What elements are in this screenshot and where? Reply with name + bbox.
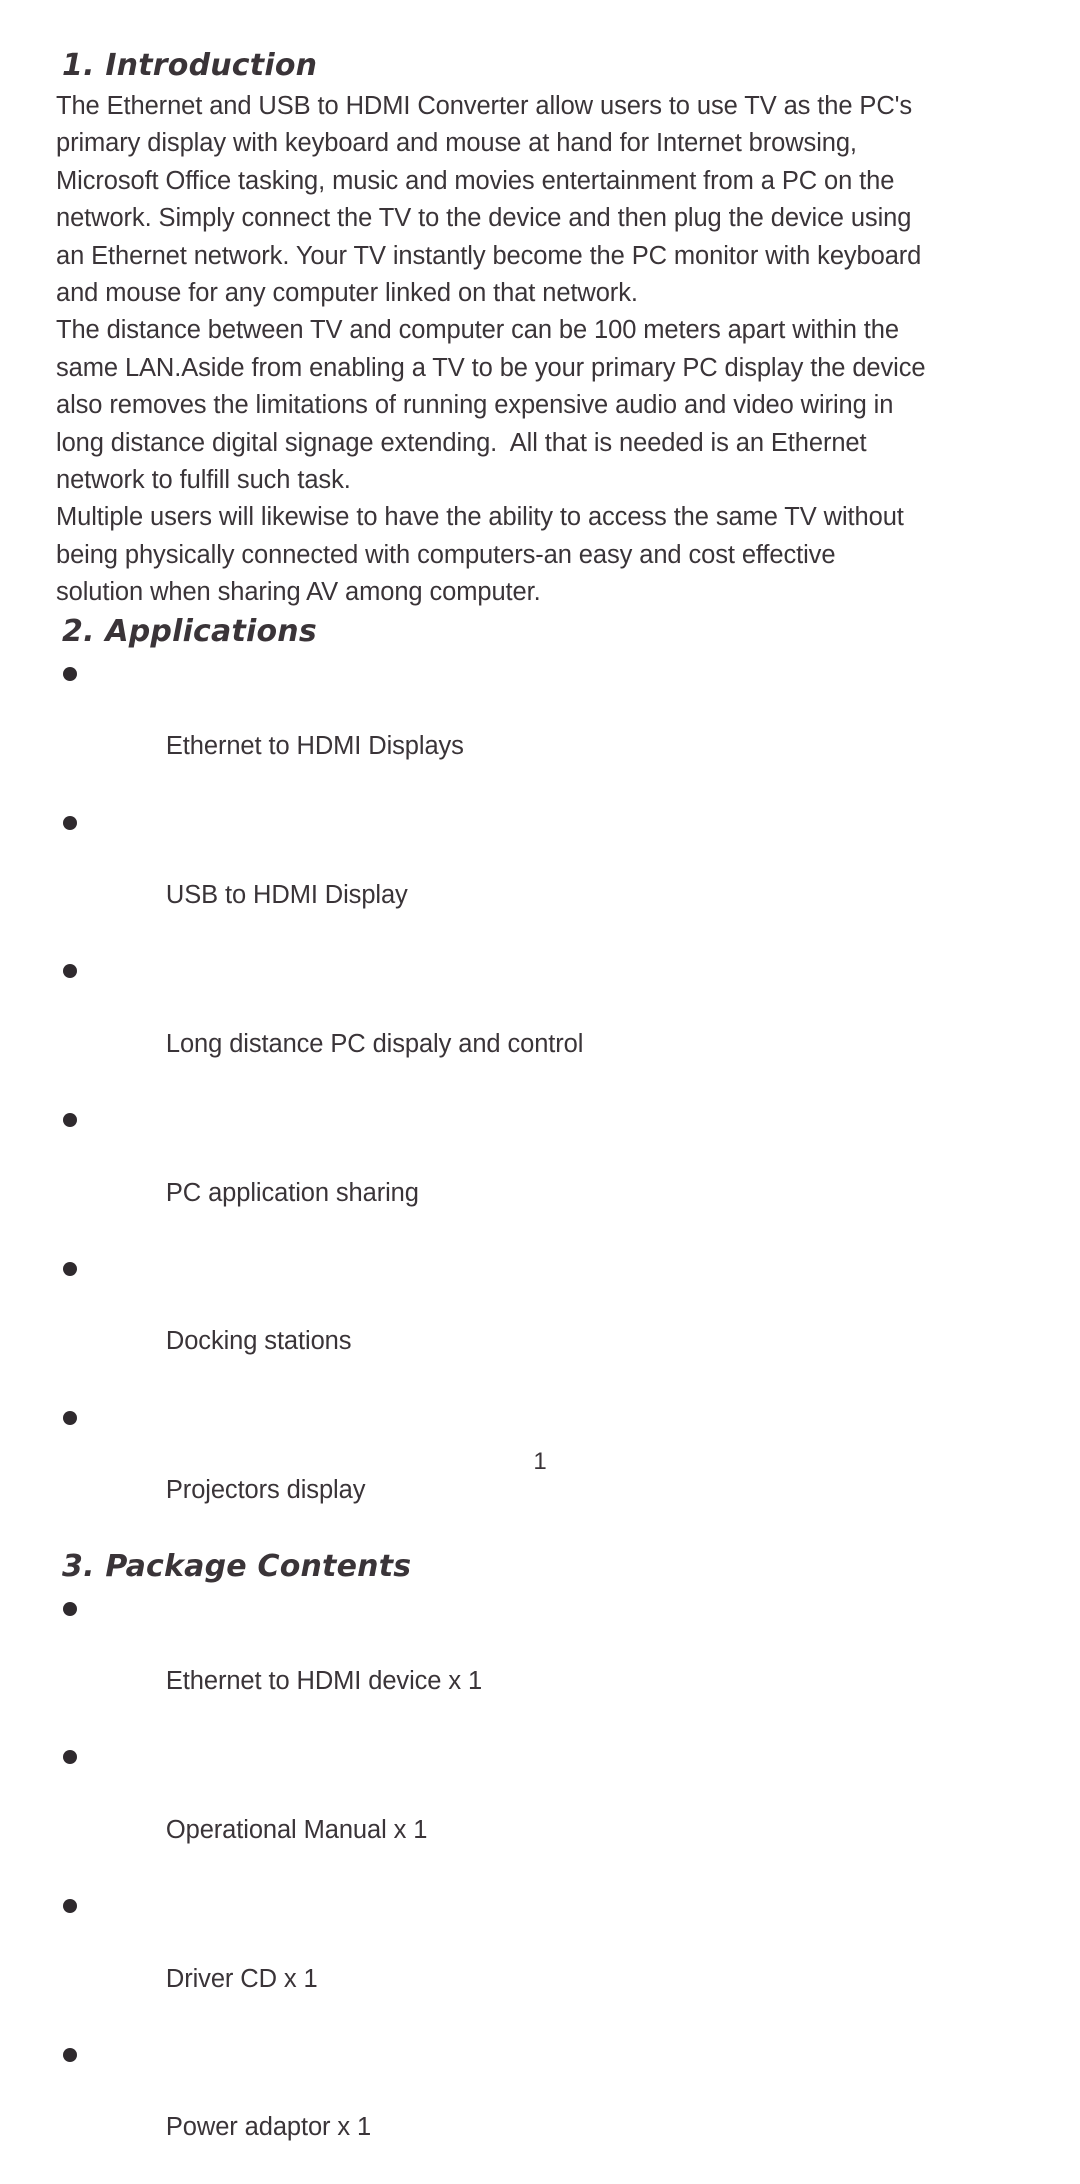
list-item-label: PC application sharing <box>165 1178 419 1207</box>
list-item: Long distance PC dispaly and control <box>56 951 1032 1100</box>
bullet-icon <box>63 1410 77 1425</box>
bullet-icon <box>63 1113 77 1128</box>
list-item: PC application sharing <box>56 1100 1032 1249</box>
body-line: primary display with keyboard and mouse … <box>56 129 857 158</box>
list-item: Operational Manual x 1 <box>56 1737 1032 1886</box>
bullet-icon <box>63 666 77 681</box>
list-item-label: Projectors display <box>165 1476 366 1505</box>
bullet-icon <box>63 1601 77 1616</box>
bullet-icon <box>63 1899 77 1914</box>
page-content: 1. Introduction The Ethernet and USB to … <box>56 46 1032 2184</box>
package-contents-list: Ethernet to HDMI device x 1 Operational … <box>56 1589 1032 2184</box>
list-item: Ethernet to HDMI Displays <box>56 654 1032 803</box>
list-item: Ethernet to HDMI device x 1 <box>56 1589 1032 1738</box>
list-item: Docking stations <box>56 1249 1032 1398</box>
body-line: long distance digital signage extending.… <box>56 428 867 457</box>
list-item-label: Ethernet to HDMI device x 1 <box>165 1666 483 1695</box>
list-item-label: Operational Manual x 1 <box>165 1815 428 1844</box>
bullet-icon <box>63 815 77 830</box>
list-item: Power adaptor x 1 <box>56 2035 1032 2184</box>
introduction-body: The Ethernet and USB to HDMI Converter a… <box>56 88 1032 612</box>
section-heading-package-contents: 3. Package Contents <box>62 1548 412 1584</box>
section-heading-introduction: 1. Introduction <box>62 48 318 83</box>
bullet-icon <box>63 2048 77 2062</box>
body-line: being physically connected with computer… <box>56 540 836 569</box>
applications-list: Ethernet to HDMI Displays USB to HDMI Di… <box>56 654 1032 1547</box>
body-line: Microsoft Office tasking, music and movi… <box>56 166 895 195</box>
body-line: also removes the limitations of running … <box>56 391 894 420</box>
body-line: same LAN.Aside from enabling a TV to be … <box>56 353 926 382</box>
body-line: network. Simply connect the TV to the de… <box>56 204 912 233</box>
body-line: Multiple users will likewise to have the… <box>56 503 904 532</box>
list-item: Driver CD x 1 <box>56 1886 1032 2035</box>
page-number: 1 <box>533 1448 547 1475</box>
list-item-label: Power adaptor x 1 <box>165 2113 372 2142</box>
bullet-icon <box>63 964 77 979</box>
body-line: solution when sharing AV among computer. <box>56 578 541 607</box>
document-page: 1. Introduction The Ethernet and USB to … <box>0 0 1080 2141</box>
list-item-label: Ethernet to HDMI Displays <box>165 732 464 761</box>
list-item-label: Driver CD x 1 <box>165 1964 318 1993</box>
section-heading-applications: 2. Applications <box>62 613 317 649</box>
list-item: USB to HDMI Display <box>56 803 1032 952</box>
body-line: The distance between TV and computer can… <box>56 316 899 345</box>
bullet-icon <box>63 1750 77 1765</box>
list-item-label: Long distance PC dispaly and control <box>165 1029 584 1058</box>
body-line: The Ethernet and USB to HDMI Converter a… <box>56 92 913 120</box>
body-line: and mouse for any computer linked on tha… <box>56 279 638 308</box>
bullet-icon <box>63 1261 77 1276</box>
body-line: an Ethernet network. Your TV instantly b… <box>56 241 922 270</box>
body-line: network to fulfill such task. <box>56 466 351 495</box>
list-item-label: Docking stations <box>165 1327 352 1356</box>
list-item-label: USB to HDMI Display <box>165 880 408 909</box>
